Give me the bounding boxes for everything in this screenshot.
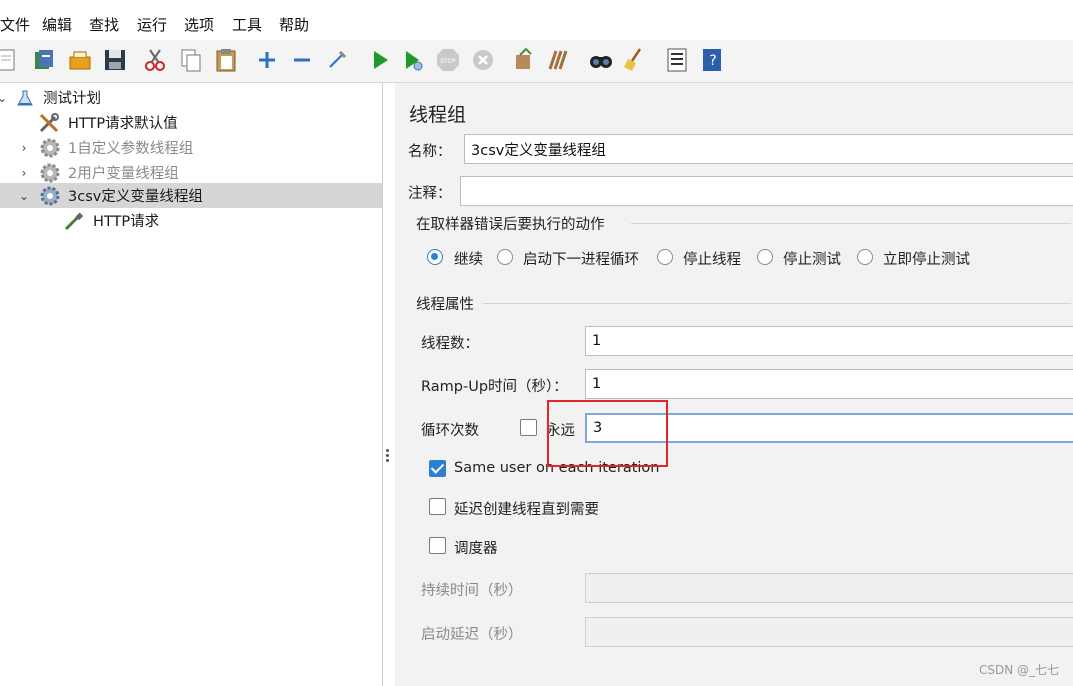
tree-item-label: 1自定义参数线程组 [68,141,194,157]
comment-label: 注释： [408,186,452,202]
new-icon[interactable] [0,46,20,74]
name-label: 名称： [408,144,452,160]
radio-label: 继续 [454,252,483,268]
search-icon[interactable] [587,46,615,74]
save-icon[interactable] [101,46,129,74]
same-user-checkbox[interactable] [429,460,446,477]
svg-text:STOP: STOP [440,58,456,65]
divider [483,303,1071,304]
test-plan-tree: ⌄ 测试计划 HTTP请求默认值 › 1自定义参数线程组 › 2用户变量线程组 … [0,83,383,686]
tree-item-test-plan[interactable]: ⌄ 测试计划 [0,85,382,110]
menu-file[interactable]: 文件 [0,14,30,35]
menu-search[interactable]: 查找 [89,14,119,35]
comment-input[interactable] [460,176,1073,206]
tree-item-thread-group-3[interactable]: ⌄ 3csv定义变量线程组 [0,183,382,208]
tree-item-label: HTTP请求默认值 [68,116,178,132]
menu-help[interactable]: 帮助 [279,14,309,35]
rampup-input[interactable] [585,369,1073,399]
radio-start-next-loop[interactable] [497,249,513,265]
chevron-down-icon[interactable]: ⌄ [18,189,30,203]
collapse-icon[interactable] [288,46,316,74]
wrench-icon [38,112,60,134]
copy-icon[interactable] [177,46,205,74]
page-title: 线程组 [409,104,467,126]
menu-run[interactable]: 运行 [137,14,167,35]
duration-input[interactable] [585,573,1073,603]
loop-count-label: 循环次数 [421,423,479,439]
gear-icon [39,185,61,207]
gear-icon [39,162,61,184]
startup-delay-label: 启动延迟（秒） [421,627,523,643]
forever-label: 永远 [546,423,575,439]
stop-icon[interactable]: STOP [434,46,462,74]
window-title-strip [0,0,1073,10]
threads-label: 线程数： [421,336,479,352]
pipette-icon [63,210,85,232]
chevron-right-icon[interactable]: › [18,166,30,180]
same-user-label: Same user on each iteration [454,460,660,476]
radio-label: 停止线程 [683,252,741,268]
reset-search-icon[interactable] [621,46,649,74]
svg-text:?: ? [709,53,716,69]
radio-stop-thread[interactable] [657,249,673,265]
cut-icon[interactable] [141,46,169,74]
scheduler-label: 调度器 [454,541,498,557]
paste-icon[interactable] [212,46,240,74]
tree-item-http-defaults[interactable]: HTTP请求默认值 [0,110,382,135]
watermark: CSDN @_七七 [978,663,1059,677]
radio-stop-test-now[interactable] [857,249,873,265]
thread-group-panel: 线程组 名称： 注释： 在取样器错误后要执行的动作 继续 启动下一进程循环 停止… [395,83,1073,686]
divider [631,223,1071,224]
menu-options[interactable]: 选项 [184,14,214,35]
splitter-handle[interactable] [385,448,391,466]
toolbar: STOP ? [0,40,1073,83]
clear-icon[interactable] [510,46,538,74]
name-input[interactable] [464,134,1073,164]
tree-item-label: HTTP请求 [93,214,160,230]
radio-continue[interactable] [427,249,443,265]
tree-item-label: 3csv定义变量线程组 [68,189,203,205]
start-icon[interactable] [366,46,394,74]
toggle-icon[interactable] [323,46,351,74]
radio-label: 启动下一进程循环 [523,252,639,268]
menu-edit[interactable]: 编辑 [42,14,72,35]
expand-icon[interactable] [253,46,281,74]
tree-item-label: 测试计划 [43,91,101,107]
startup-delay-input[interactable] [585,617,1073,647]
threads-input[interactable] [585,326,1073,356]
rampup-label: Ramp-Up时间（秒）： [421,379,568,395]
tree-item-thread-group-2[interactable]: › 2用户变量线程组 [0,160,382,185]
gear-icon [39,137,61,159]
clear-all-icon[interactable] [545,46,573,74]
tree-item-thread-group-1[interactable]: › 1自定义参数线程组 [0,135,382,160]
menu-tools[interactable]: 工具 [232,14,262,35]
forever-checkbox[interactable] [520,419,537,436]
start-no-pause-icon[interactable] [399,46,427,74]
tree-item-label: 2用户变量线程组 [68,166,179,182]
chevron-right-icon[interactable]: › [18,141,30,155]
error-action-title: 在取样器错误后要执行的动作 [416,217,605,233]
flask-icon [14,87,36,109]
open-icon[interactable] [66,46,94,74]
menubar: 文件 编辑 查找 运行 选项 工具 帮助 [0,10,1073,38]
shutdown-icon[interactable] [469,46,497,74]
loop-count-input[interactable] [585,413,1073,443]
radio-label: 停止测试 [783,252,841,268]
tree-item-http-request[interactable]: HTTP请求 [0,208,382,233]
duration-label: 持续时间（秒） [421,583,523,599]
chevron-down-icon[interactable]: ⌄ [0,91,8,105]
radio-label: 立即停止测试 [883,252,970,268]
delay-thread-creation-label: 延迟创建线程直到需要 [454,502,599,518]
delay-thread-creation-checkbox[interactable] [429,498,446,515]
scheduler-checkbox[interactable] [429,537,446,554]
function-helper-icon[interactable] [663,46,691,74]
help-icon[interactable]: ? [698,46,726,74]
templates-icon[interactable] [30,46,58,74]
thread-props-title: 线程属性 [416,297,474,313]
radio-stop-test[interactable] [757,249,773,265]
